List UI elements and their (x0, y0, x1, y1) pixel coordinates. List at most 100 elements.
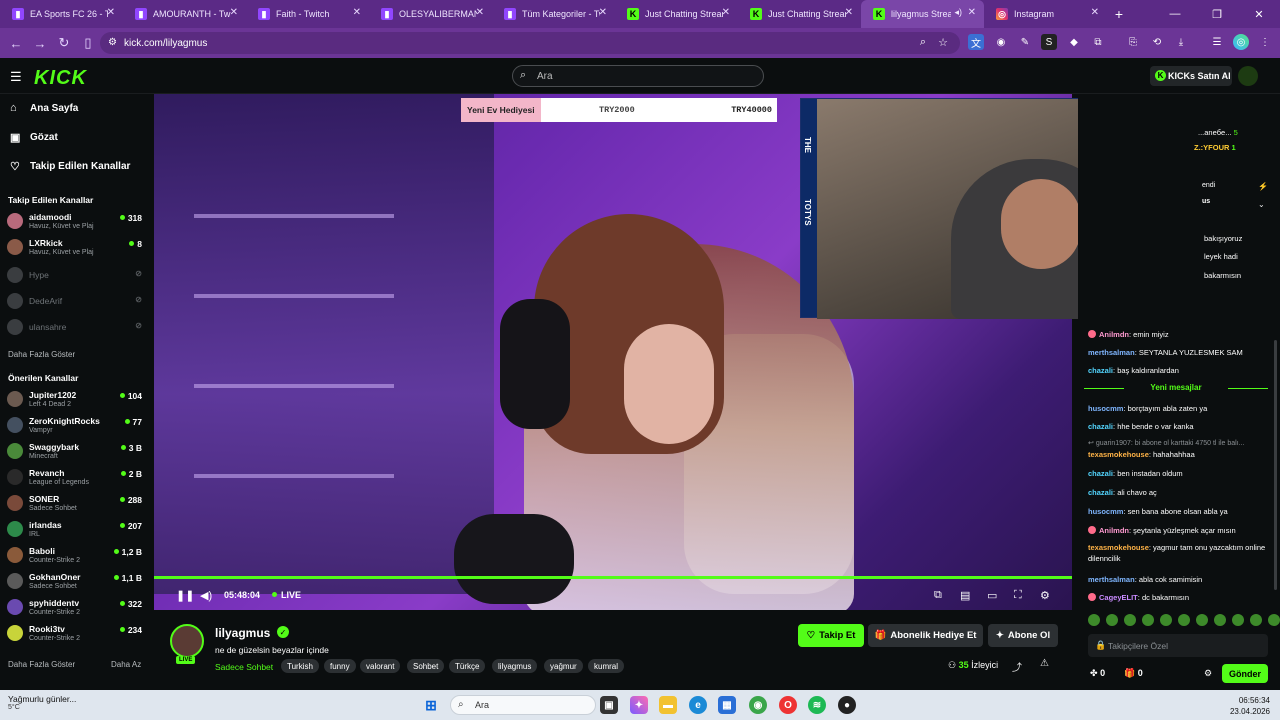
close-icon[interactable]: ✕ (107, 7, 115, 18)
close-icon[interactable]: ✕ (845, 7, 853, 18)
forward-icon[interactable]: → (28, 36, 52, 51)
gift-sub-button[interactable]: 🎁 Abonelik Hediye Et (868, 624, 983, 647)
gift-count[interactable]: 🎁 0 (1124, 668, 1143, 679)
close-icon[interactable]: ✕ (968, 7, 976, 18)
close-icon[interactable]: ✕ (230, 7, 238, 18)
tag[interactable]: lilyagmus (492, 659, 538, 673)
tag[interactable]: funny (324, 659, 356, 673)
browser-tab[interactable]: ▮ Faith - Twitch ✕ (246, 0, 369, 28)
show-more-link[interactable]: Daha Fazla Göster (8, 660, 75, 669)
chat-message[interactable]: Anilmdn: emin miyiz (1088, 329, 1268, 340)
close-icon[interactable]: ✕ (1091, 7, 1099, 18)
recommended-channel[interactable]: spyhiddentv Counter-Strike 2 322 (7, 596, 147, 620)
stream-category[interactable]: Sadece Sohbet (215, 662, 273, 672)
recommended-channel[interactable]: GokhanOner Sadece Sohbet 1,1 B (7, 570, 147, 594)
followed-channel[interactable]: ulansahre ⊘ (7, 316, 147, 340)
close-icon[interactable]: ✕ (353, 7, 361, 18)
recommended-channel[interactable]: Revanch League of Legends 2 B (7, 466, 147, 490)
follow-button[interactable]: ♡ Takip Et (798, 624, 864, 647)
chat-message[interactable]: chazali: ben instadan oldum (1088, 468, 1268, 479)
chat-username[interactable]: texasmokehouse (1088, 450, 1149, 459)
emote-icon[interactable] (1268, 614, 1280, 626)
followed-channel[interactable]: Hype ⊘ (7, 264, 147, 288)
collections-icon[interactable]: ⎘ (1125, 34, 1141, 50)
task-view-icon[interactable]: ▣ (600, 696, 618, 714)
browser-tab[interactable]: ▮ EA Sports FC 26 - Twitch✕ (0, 0, 123, 28)
emote-icon[interactable] (1250, 614, 1262, 626)
back-icon[interactable]: ← (4, 36, 28, 51)
chat-message[interactable]: chazali: ali chavo aç (1088, 487, 1268, 498)
streamer-avatar[interactable] (170, 624, 204, 658)
zoom-icon[interactable]: ⌕ (920, 36, 926, 49)
emote-icon[interactable] (1232, 614, 1244, 626)
browser-tab-active[interactable]: Klilyagmus Stream◂) ✕ (861, 0, 984, 28)
seek-bar[interactable] (154, 576, 1072, 579)
recommended-channel[interactable]: Jupiter1202 Left 4 Dead 2 104 (7, 388, 147, 412)
taskbar-search[interactable]: ⌕ Ara (450, 695, 596, 715)
close-icon[interactable]: ✕ (722, 7, 730, 18)
split-view-icon[interactable]: ▯ (76, 35, 100, 51)
chat-message[interactable]: Anilmdn: şeytanla yüzleşmek açar mısın (1088, 525, 1268, 536)
browser-tab[interactable]: ◎ Instagram ✕ (984, 0, 1107, 28)
pip-icon[interactable]: ⧉ (934, 589, 942, 602)
app-icon[interactable]: ● (838, 696, 856, 714)
subscribe-button[interactable]: ✦ Abone Ol (988, 624, 1058, 647)
emote-icon[interactable] (1106, 614, 1118, 626)
followed-channel[interactable]: LXRkick Havuz, Küvet ve Plaj 8 (7, 236, 147, 260)
chat-username[interactable]: chazali (1088, 366, 1113, 375)
emote-icon[interactable] (1196, 614, 1208, 626)
windows-start-icon[interactable]: ⊞ (422, 696, 440, 714)
chat-message[interactable]: texasmokehouse: yagmur tam onu yazcaktım… (1088, 542, 1268, 564)
chat-username[interactable]: chazali (1088, 488, 1113, 497)
live-indicator[interactable]: LIVE (272, 590, 301, 600)
show-more-link[interactable]: Daha Fazla Göster (8, 350, 75, 359)
chat-message[interactable]: merthsalman: abla cok samimisin (1088, 574, 1268, 585)
file-explorer-icon[interactable]: ▬ (659, 696, 677, 714)
share-icon[interactable]: ⤴ (1012, 659, 1022, 674)
hamburger-icon[interactable]: ☰ (10, 69, 22, 85)
followed-channel[interactable]: aidamoodi Havuz, Küvet ve Plaj 318 (7, 210, 147, 234)
extension-icon[interactable]: S (1041, 34, 1057, 50)
reading-list-icon[interactable]: ☰ (1209, 34, 1225, 50)
url-field[interactable]: ⚙ kick.com/lilyagmus ⌕ ☆ (100, 32, 960, 54)
close-icon[interactable]: ✕ (599, 7, 607, 18)
emote-icon[interactable] (1142, 614, 1154, 626)
report-icon[interactable]: ⚠ (1040, 658, 1049, 669)
chat-message[interactable]: husocmm: borçtayım abla zaten ya (1088, 403, 1268, 414)
emote-icon[interactable] (1124, 614, 1136, 626)
browser-tab[interactable]: ▮ OLESYALIBERMAN - Twitch✕ (369, 0, 492, 28)
spotify-icon[interactable]: ≋ (808, 696, 826, 714)
site-info-icon[interactable]: ⚙ (108, 37, 117, 48)
emote-icon[interactable] (1214, 614, 1226, 626)
browser-tab[interactable]: ▮ Tüm Kategoriler - Twitch✕ (492, 0, 615, 28)
tag[interactable]: valorant (360, 659, 401, 673)
kicks-count[interactable]: ✤ 0 (1090, 668, 1105, 679)
maximize-icon[interactable]: ❐ (1196, 0, 1238, 28)
chat-username[interactable]: CageyELIT (1099, 593, 1138, 602)
translate-icon[interactable]: 文 (968, 34, 984, 50)
download-icon[interactable]: ⤓ (1173, 34, 1189, 50)
buy-kicks-button[interactable]: K KICKs Satın Al (1150, 66, 1232, 86)
chat-message[interactable]: chazali: hhe bende o var kanka (1088, 421, 1268, 432)
fullscreen-icon[interactable]: ⛶ (1014, 589, 1022, 602)
clip-icon[interactable]: ▤ (960, 589, 970, 602)
close-icon[interactable]: ✕ (476, 7, 484, 18)
chat-scrollbar[interactable] (1274, 340, 1277, 590)
chat-message[interactable]: husocmm: sen bana abone olsan abla ya (1088, 506, 1268, 517)
emote-icon[interactable] (1178, 614, 1190, 626)
puzzle-icon[interactable]: ⧉ (1090, 34, 1106, 50)
chat-username[interactable]: husocmm (1088, 404, 1123, 413)
recommended-channel[interactable]: SONER Sadece Sohbet 288 (7, 492, 147, 516)
nav-following[interactable]: ♡ Takip Edilen Kanallar (10, 160, 130, 173)
chat-username[interactable]: merthsalman (1088, 348, 1135, 357)
edge-icon[interactable]: e (689, 696, 707, 714)
pen-icon[interactable]: ✎ (1017, 34, 1033, 50)
recommended-channel[interactable]: Swaggybark Minecraft 3 B (7, 440, 147, 464)
history-icon[interactable]: ⟲ (1149, 34, 1165, 50)
streamer-name[interactable]: lilyagmus (215, 626, 270, 640)
recommended-channel[interactable]: Baboli Counter-Strike 2 1,2 B (7, 544, 147, 568)
chat-username[interactable]: texasmokehouse (1088, 543, 1149, 552)
nav-browse[interactable]: ▣ Gözat (10, 131, 58, 144)
tag[interactable]: Türkçe (449, 659, 486, 673)
theater-mode-icon[interactable]: ▭ (987, 589, 997, 602)
